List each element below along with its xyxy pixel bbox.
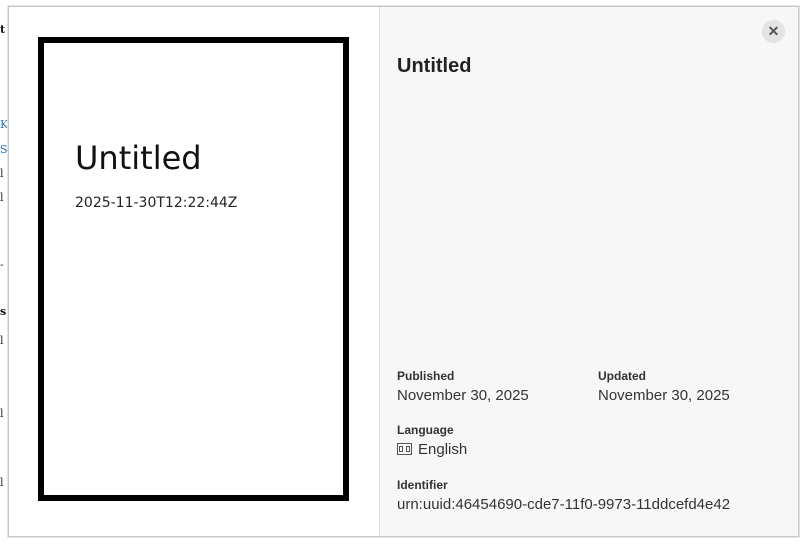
background-text: t (0, 23, 6, 36)
identifier-value: urn:uuid:46454690-cde7-11f0-9973-11ddcef… (397, 496, 731, 513)
cover-title: Untitled (75, 139, 202, 177)
book-title: Untitled (397, 55, 472, 77)
close-button[interactable]: ✕ (762, 20, 785, 43)
updated-label: Updated (598, 369, 646, 383)
details-pane: ✕ Untitled Published November 30, 2025 U… (380, 7, 798, 536)
cover-pane: Untitled 2025-11-30T12:22:44Z (9, 7, 380, 536)
background-text: - (0, 258, 4, 271)
book-details-dialog: Untitled 2025-11-30T12:22:44Z ✕ Untitled… (8, 6, 799, 537)
language-row: English (397, 441, 467, 458)
background-link[interactable]: K (0, 118, 8, 131)
background-text: l (0, 476, 4, 489)
language-value: English (418, 441, 468, 458)
cover-date: 2025-11-30T12:22:44Z (75, 195, 238, 211)
published-value: November 30, 2025 (397, 387, 529, 404)
close-icon: ✕ (767, 23, 780, 39)
language-icon (397, 443, 412, 455)
background-text: l (0, 167, 4, 180)
identifier-label: Identifier (397, 478, 448, 492)
background-text: l (0, 191, 4, 204)
published-label: Published (397, 369, 455, 383)
background-text: l (0, 407, 4, 420)
updated-value: November 30, 2025 (598, 387, 730, 404)
background-link[interactable]: S (0, 143, 8, 156)
background-text: s (0, 305, 7, 318)
book-cover: Untitled 2025-11-30T12:22:44Z (38, 37, 349, 501)
background-text: l (0, 334, 4, 347)
language-label: Language (397, 423, 454, 437)
